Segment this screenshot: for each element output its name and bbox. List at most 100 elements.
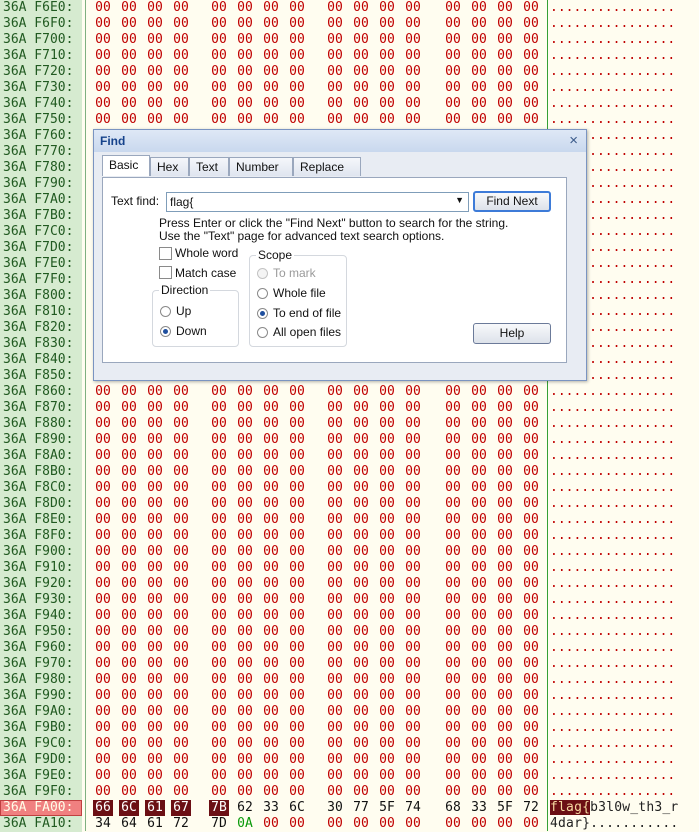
hex-byte[interactable]: 00 [235,448,255,464]
hex-byte[interactable]: 00 [171,560,191,576]
hex-byte[interactable]: 00 [521,512,541,528]
hex-byte[interactable]: 00 [403,608,423,624]
hex-byte[interactable]: 00 [325,768,345,784]
hex-byte[interactable]: 00 [325,608,345,624]
hex-byte[interactable]: 00 [351,768,371,784]
hex-byte[interactable]: 00 [209,784,229,800]
hex-byte[interactable]: 00 [119,0,139,16]
hex-byte[interactable]: 00 [443,576,463,592]
hex-byte[interactable]: 00 [209,16,229,32]
hex-byte[interactable]: 00 [261,704,281,720]
hex-byte[interactable]: 00 [209,560,229,576]
hex-byte[interactable]: 00 [521,688,541,704]
hex-byte[interactable]: 00 [235,48,255,64]
hex-byte[interactable]: 00 [93,752,113,768]
hex-byte[interactable]: 00 [209,64,229,80]
hex-byte[interactable]: 00 [145,80,165,96]
hex-byte[interactable]: 00 [521,464,541,480]
hex-byte[interactable]: 00 [443,704,463,720]
hex-byte[interactable]: 00 [261,64,281,80]
ascii-text[interactable]: ................ [550,464,675,480]
hex-byte[interactable]: 00 [469,736,489,752]
hex-byte[interactable]: 00 [443,720,463,736]
dropdown-arrow-icon[interactable]: ▼ [455,195,464,205]
hex-byte[interactable]: 00 [171,640,191,656]
hex-byte[interactable]: 00 [443,80,463,96]
hex-byte[interactable]: 00 [521,32,541,48]
hex-byte[interactable]: 00 [495,560,515,576]
hex-byte[interactable]: 00 [261,448,281,464]
hex-view[interactable]: 36A F6E0: 00 00 00 00 00 00 00 00 00 00 00 00 00 00 00 0… [0,0,699,832]
hex-byte[interactable]: 00 [287,720,307,736]
ascii-text[interactable]: ................ [550,736,675,752]
hex-byte[interactable]: 00 [209,576,229,592]
hex-byte[interactable]: 00 [235,720,255,736]
hex-byte[interactable]: 33 [261,800,281,816]
hex-byte[interactable]: 00 [235,496,255,512]
hex-byte[interactable]: 00 [235,528,255,544]
hex-byte[interactable]: 00 [469,384,489,400]
hex-byte[interactable]: 00 [521,752,541,768]
hex-byte[interactable]: 00 [495,656,515,672]
hex-byte[interactable]: 00 [351,480,371,496]
hex-byte[interactable]: 00 [235,400,255,416]
hex-byte[interactable]: 00 [261,528,281,544]
hex-byte[interactable]: 00 [377,528,397,544]
hex-byte[interactable]: 00 [443,688,463,704]
hex-byte[interactable]: 00 [145,384,165,400]
hex-byte[interactable]: 00 [145,16,165,32]
hex-byte[interactable]: 00 [145,400,165,416]
hex-byte[interactable]: 00 [521,784,541,800]
hex-byte[interactable]: 00 [377,736,397,752]
hex-byte[interactable]: 30 [325,800,345,816]
hex-byte[interactable]: 00 [325,784,345,800]
hex-byte[interactable]: 00 [521,640,541,656]
ascii-text[interactable]: ................ [550,608,675,624]
hex-byte[interactable]: 00 [261,656,281,672]
hex-byte[interactable]: 74 [403,800,423,816]
hex-byte[interactable]: 00 [119,688,139,704]
hex-byte[interactable]: 00 [325,64,345,80]
hex-byte[interactable]: 00 [469,624,489,640]
hex-byte[interactable]: 00 [443,48,463,64]
dialog-titlebar[interactable]: Find × [94,130,586,152]
hex-byte[interactable]: 00 [209,752,229,768]
hex-byte[interactable]: 00 [261,816,281,832]
hex-byte[interactable]: 00 [171,704,191,720]
hex-byte[interactable]: 00 [171,768,191,784]
ascii-text[interactable]: ................ [550,480,675,496]
hex-byte[interactable]: 00 [443,560,463,576]
hex-byte[interactable]: 00 [171,672,191,688]
hex-byte[interactable]: 00 [377,480,397,496]
hex-byte[interactable]: 00 [469,640,489,656]
hex-byte[interactable]: 00 [377,560,397,576]
hex-byte[interactable]: 00 [443,592,463,608]
hex-byte[interactable]: 00 [351,736,371,752]
hex-byte[interactable]: 00 [171,96,191,112]
hex-byte[interactable]: 00 [287,704,307,720]
hex-byte[interactable]: 00 [93,576,113,592]
hex-byte[interactable]: 00 [403,576,423,592]
hex-byte[interactable]: 00 [403,64,423,80]
hex-byte[interactable]: 00 [119,416,139,432]
hex-byte[interactable]: 68 [443,800,463,816]
hex-byte[interactable]: 00 [495,0,515,16]
hex-byte[interactable]: 00 [171,784,191,800]
hex-byte[interactable]: 00 [209,32,229,48]
hex-byte[interactable]: 00 [325,48,345,64]
hex-byte[interactable]: 00 [261,688,281,704]
hex-byte[interactable]: 00 [469,400,489,416]
hex-byte[interactable]: 00 [145,752,165,768]
hex-byte[interactable]: 7D [209,816,229,832]
hex-byte[interactable]: 00 [93,448,113,464]
hex-byte[interactable]: 00 [495,720,515,736]
hex-byte[interactable]: 00 [521,80,541,96]
hex-byte[interactable]: 00 [469,688,489,704]
hex-byte[interactable]: 00 [351,512,371,528]
hex-byte[interactable]: 00 [287,432,307,448]
hex-byte[interactable]: 00 [377,656,397,672]
hex-byte[interactable]: 00 [325,16,345,32]
hex-byte[interactable]: 00 [325,560,345,576]
hex-byte[interactable]: 00 [235,64,255,80]
hex-byte[interactable]: 00 [469,416,489,432]
